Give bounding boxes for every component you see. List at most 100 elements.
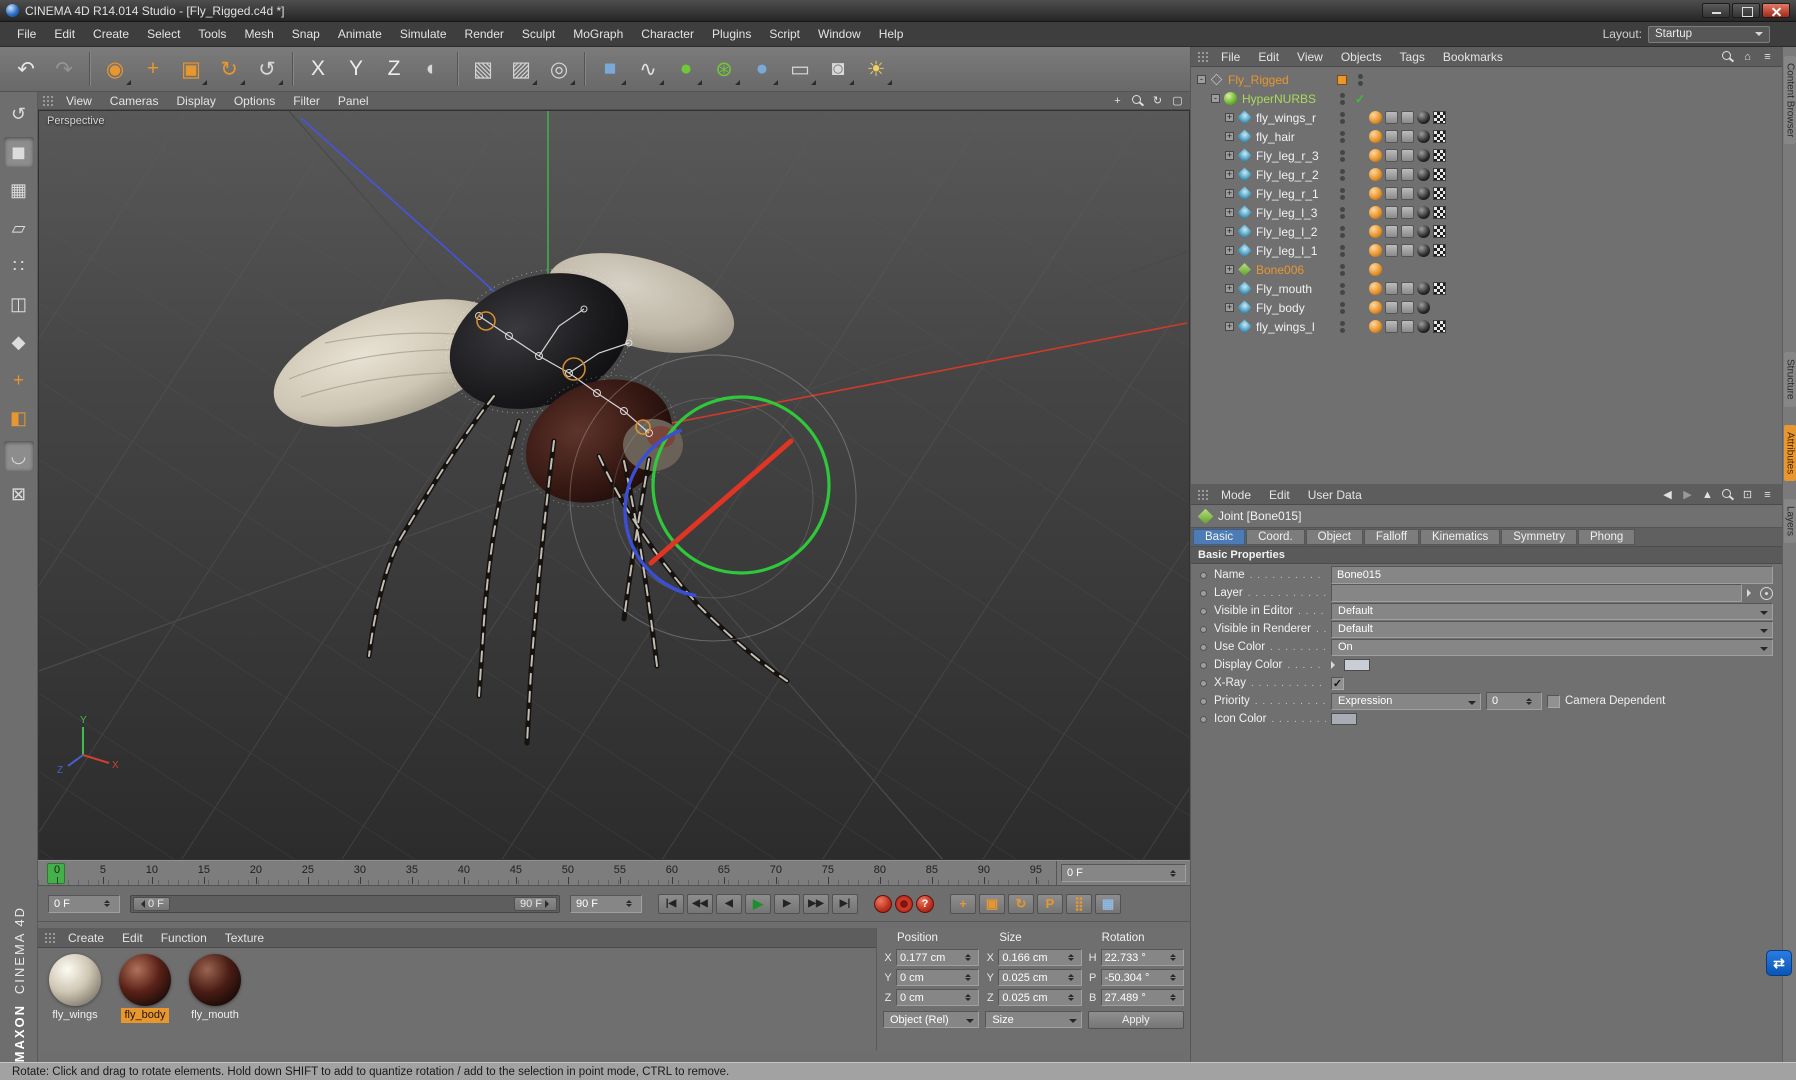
sphere-tag-icon[interactable] — [1417, 111, 1430, 124]
size-mode-select[interactable]: Size — [985, 1011, 1082, 1028]
menu-item[interactable]: Character — [632, 22, 703, 46]
menu-item[interactable]: Plugins — [703, 22, 760, 46]
menu-item[interactable]: Sculpt — [513, 22, 564, 46]
icon-color-swatch[interactable] — [1331, 713, 1357, 725]
toggle-view-icon[interactable]: ▢ — [1169, 93, 1186, 108]
expand-icon[interactable]: + — [1225, 227, 1234, 236]
keyframe-presets-button[interactable]: ▦ — [1095, 893, 1121, 914]
live-selection-button[interactable]: ◉ — [97, 51, 133, 87]
chip-tag-icon[interactable] — [1401, 206, 1414, 219]
chip-tag-icon[interactable] — [1401, 320, 1414, 333]
visibility-dots[interactable] — [1333, 320, 1351, 333]
material-tag-icon[interactable] — [1369, 244, 1382, 257]
menu-item[interactable]: Script — [760, 22, 809, 46]
add-nurbs-button[interactable]: ● — [668, 51, 704, 87]
pin-icon[interactable]: ▲ — [1699, 487, 1716, 502]
anim-dot-icon[interactable] — [1200, 625, 1207, 633]
menu-item[interactable]: Select — [138, 22, 189, 46]
add-camera-button[interactable]: ◙ — [820, 51, 856, 87]
spinner-icon[interactable] — [1170, 867, 1180, 880]
checker-tag-icon[interactable] — [1433, 225, 1446, 238]
menu-item[interactable]: Help — [870, 22, 913, 46]
current-frame-field[interactable]: 0 F — [48, 894, 120, 913]
material-tag-icon[interactable] — [1369, 168, 1382, 181]
material-tag-icon[interactable] — [1369, 149, 1382, 162]
checker-tag-icon[interactable] — [1433, 206, 1446, 219]
material-tag-icon[interactable] — [1369, 111, 1382, 124]
material-menu-item[interactable]: Function — [153, 928, 215, 947]
record-keyframe-button[interactable] — [874, 894, 892, 913]
search-icon[interactable] — [1719, 487, 1736, 502]
expand-arrow-icon[interactable] — [1747, 589, 1755, 597]
spinner-icon[interactable] — [965, 991, 975, 1004]
viewport-menu-item[interactable]: Display — [168, 92, 223, 109]
add-light-button[interactable]: ☀ — [858, 51, 894, 87]
object-tree-item[interactable]: + Fly_leg_l_2 — [1191, 222, 1782, 241]
menu-item[interactable]: Animate — [329, 22, 391, 46]
anim-dot-icon[interactable] — [1200, 571, 1207, 579]
goto-end-button[interactable]: ▶| — [832, 893, 858, 914]
sphere-tag-icon[interactable] — [1417, 282, 1430, 295]
anim-dot-icon[interactable] — [1200, 697, 1207, 705]
key-parameter-toggle[interactable]: P — [1037, 893, 1063, 914]
size-x-field[interactable]: 0.166 cm — [998, 949, 1082, 966]
viewport-menu-item[interactable]: Panel — [330, 92, 377, 109]
maximize-button[interactable] — [1732, 3, 1760, 18]
object-tree-item[interactable]: + Fly_leg_l_3 — [1191, 203, 1782, 222]
material-tag-icon[interactable] — [1369, 225, 1382, 238]
chip-tag-icon[interactable] — [1385, 130, 1398, 143]
material-tag-icon[interactable] — [1369, 263, 1382, 276]
size-y-field[interactable]: 0.025 cm — [998, 969, 1082, 986]
vertical-tab[interactable]: Content Browser — [1783, 56, 1796, 145]
attribute-tab[interactable]: Object — [1305, 529, 1363, 545]
scale-tool-button[interactable]: ▣ — [173, 51, 209, 87]
object-manager-menu-item[interactable]: View — [1289, 47, 1331, 66]
previous-frame-button[interactable]: ◀ — [716, 893, 742, 914]
minimize-button[interactable] — [1702, 3, 1730, 18]
sphere-tag-icon[interactable] — [1417, 149, 1430, 162]
spinner-icon[interactable] — [1169, 971, 1180, 984]
attribute-tab[interactable]: Phong — [1578, 529, 1636, 545]
state-column[interactable] — [1351, 73, 1369, 86]
key-pla-toggle[interactable]: ⣿ — [1066, 893, 1092, 914]
position-z-field[interactable]: 0 cm — [896, 989, 980, 1006]
viewport-menu-item[interactable]: Cameras — [102, 92, 167, 109]
object-tree-item[interactable]: + fly_wings_l — [1191, 317, 1782, 336]
anim-dot-icon[interactable] — [1200, 607, 1207, 615]
visibility-dots[interactable] — [1333, 111, 1351, 124]
last-used-tool-button[interactable]: ↺ — [249, 51, 285, 87]
object-manager-menu-item[interactable]: Tags — [1392, 47, 1433, 66]
section-header[interactable]: Basic Properties — [1191, 547, 1782, 564]
material-preview[interactable] — [119, 954, 171, 1006]
anim-dot-icon[interactable] — [1200, 589, 1207, 597]
material-tag-icon[interactable] — [1369, 206, 1382, 219]
position-y-field[interactable]: 0 cm — [896, 969, 980, 986]
xray-checkbox[interactable] — [1331, 676, 1344, 690]
viewport-canvas[interactable]: Perspective Y X Z — [38, 110, 1190, 860]
object-manager-menu-item[interactable]: File — [1213, 47, 1248, 66]
expand-icon[interactable]: + — [1225, 284, 1234, 293]
object-tree-item[interactable]: + Fly_leg_r_2 — [1191, 165, 1782, 184]
object-manager-menu-item[interactable]: Objects — [1333, 47, 1390, 66]
visibility-dots[interactable] — [1333, 74, 1351, 85]
menu-item[interactable]: Mesh — [235, 22, 282, 46]
vertical-tab[interactable]: Layers — [1783, 499, 1796, 544]
display-color-swatch[interactable] — [1344, 659, 1370, 671]
lock-workplane-button[interactable]: ⊠ — [4, 479, 34, 509]
coordinate-system-button[interactable]: ◐ — [414, 51, 450, 87]
chip-tag-icon[interactable] — [1401, 149, 1414, 162]
spinner-icon[interactable] — [965, 971, 975, 984]
material-tag-icon[interactable] — [1369, 301, 1382, 314]
material-item[interactable]: fly_wings — [44, 954, 106, 1023]
pan-view-icon[interactable]: + — [1109, 93, 1126, 108]
points-mode-button[interactable]: ∷ — [4, 251, 34, 281]
visibility-dots[interactable] — [1333, 187, 1351, 200]
chip-tag-icon[interactable] — [1401, 130, 1414, 143]
expand-icon[interactable]: + — [1225, 113, 1234, 122]
chip-tag-icon[interactable] — [1401, 187, 1414, 200]
coordinate-mode-select[interactable]: Object (Rel) — [883, 1011, 980, 1028]
layer-field[interactable] — [1331, 584, 1742, 602]
forward-icon[interactable]: ▶ — [1679, 487, 1696, 502]
spinner-icon[interactable] — [1526, 695, 1536, 708]
lock-icon[interactable]: ⊡ — [1739, 487, 1756, 502]
